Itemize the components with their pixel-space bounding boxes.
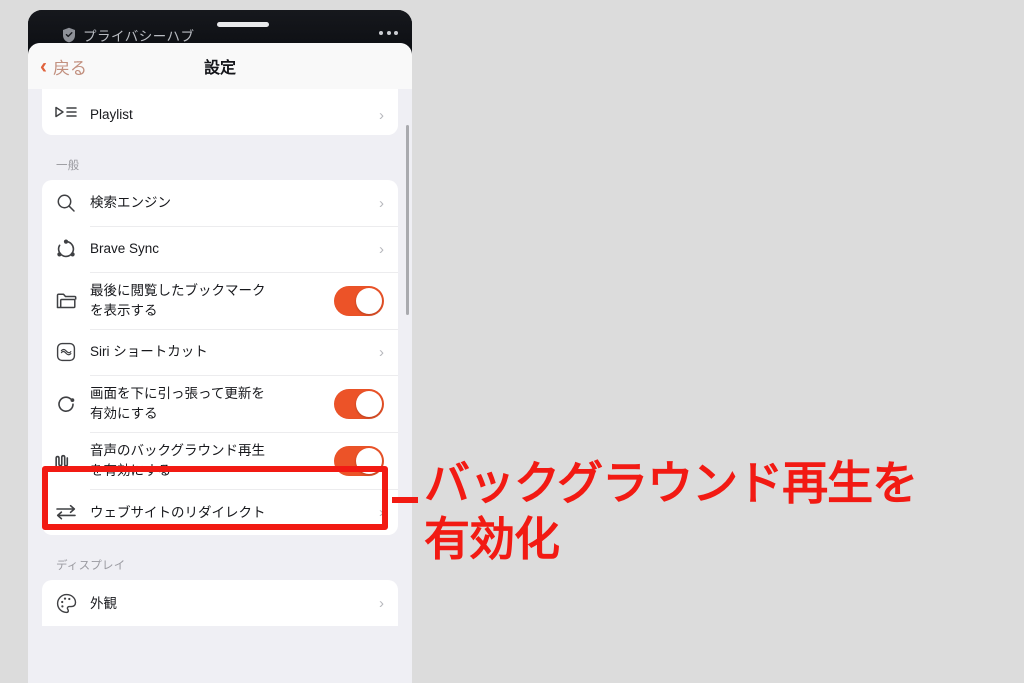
annotation-connector-line	[392, 497, 418, 503]
label-line-1: 外観	[90, 595, 117, 611]
annotation-text: バックグラウンド再生を 有効化	[424, 457, 918, 566]
toggle-show-last-bookmark[interactable]	[334, 285, 384, 316]
redirect-icon	[42, 503, 90, 521]
refresh-icon	[42, 394, 90, 414]
label-line-2: を有効にする	[90, 462, 172, 478]
label-line-1: Playlist	[90, 107, 133, 123]
toggle-knob	[356, 447, 382, 474]
more-dots-icon[interactable]	[379, 31, 398, 35]
shield-icon	[62, 27, 76, 43]
audio-waveform-icon	[42, 452, 90, 470]
list-item-background-audio[interactable]: 音声のバックグラウンド再生 を有効にする	[42, 432, 398, 489]
list-item-show-last-bookmark[interactable]: 最後に閲覧したブックマーク を表示する	[42, 272, 398, 329]
list-item-label: 最後に閲覧したブックマーク を表示する	[90, 272, 334, 329]
chevron-left-icon: ‹	[40, 54, 47, 78]
settings-scroll-area[interactable]: Playlist › 一般 検索エンジン › Brave Sync › 最後に閲…	[28, 89, 412, 683]
settings-group-display: 外観 ›	[42, 580, 398, 627]
list-item-label: 音声のバックグラウンド再生 を有効にする	[90, 432, 334, 489]
back-button[interactable]: ‹ 戻る	[40, 54, 87, 79]
label-line-1: 音声のバックグラウンド再生	[90, 443, 265, 459]
chevron-right-icon: ›	[379, 107, 384, 124]
settings-group-playlist: Playlist ›	[42, 89, 398, 135]
chevron-right-icon: ›	[379, 194, 384, 212]
chevron-right-icon: ›	[379, 503, 384, 521]
appearance-palette-icon	[42, 593, 90, 614]
list-item-label: Playlist	[90, 96, 371, 135]
list-item-appearance[interactable]: 外観 ›	[42, 580, 398, 626]
list-item-label: 画面を下に引っ張って更新を 有効にする	[90, 375, 334, 432]
label-line-1: ウェブサイトのリダイレクト	[90, 504, 266, 520]
list-item-label: Brave Sync	[90, 230, 371, 268]
section-header-display: ディスプレイ	[56, 560, 126, 573]
playlist-icon	[42, 106, 90, 135]
toggle-background-audio[interactable]	[334, 445, 384, 476]
list-item-label: 外観	[90, 585, 371, 623]
label-line-1: 検索エンジン	[90, 195, 171, 211]
toggle-pull-to-refresh[interactable]	[334, 388, 384, 419]
section-header-general: 一般	[56, 160, 80, 172]
chevron-right-icon: ›	[379, 594, 384, 612]
settings-group-general: 検索エンジン › Brave Sync › 最後に閲覧したブックマーク を表示す…	[42, 180, 398, 536]
label-line-1: 画面を下に引っ張って更新を	[90, 386, 265, 402]
phone-frame: プライバシーハブ ‹ 戻る 設定 Playlist › 一般 検索エンジン › …	[28, 10, 412, 683]
privacy-hub-label: プライバシーハブ	[83, 29, 195, 44]
toggle-knob	[356, 390, 382, 417]
list-item-website-redirect[interactable]: ウェブサイトのリダイレクト ›	[42, 489, 398, 535]
list-item-label: Siri ショートカット	[90, 333, 371, 371]
list-item-brave-sync[interactable]: Brave Sync ›	[42, 226, 398, 272]
chevron-right-icon: ›	[379, 343, 384, 361]
chevron-right-icon: ›	[379, 240, 384, 258]
siri-shortcut-icon	[42, 342, 90, 362]
sync-icon	[42, 239, 90, 259]
label-line-1: 最後に閲覧したブックマーク	[90, 283, 266, 298]
search-icon	[42, 193, 90, 213]
folder-icon	[42, 292, 90, 310]
label-line-2: 有効にする	[90, 405, 158, 421]
label-line-1: Brave Sync	[90, 241, 160, 257]
list-item-label: 検索エンジン	[90, 184, 371, 222]
list-item-label: ウェブサイトのリダイレクト	[90, 494, 371, 532]
vertical-scrollbar[interactable]	[406, 125, 409, 315]
screenshot-root: プライバシーハブ ‹ 戻る 設定 Playlist › 一般 検索エンジン › …	[0, 0, 1024, 683]
tab-grabber[interactable]	[217, 22, 269, 27]
label-line-2: を表示する	[90, 302, 158, 318]
list-item[interactable]: Playlist ›	[42, 89, 398, 135]
list-item-search-engine[interactable]: 検索エンジン ›	[42, 180, 398, 226]
list-item-siri-shortcut[interactable]: Siri ショートカット ›	[42, 329, 398, 375]
settings-sheet: ‹ 戻る 設定 Playlist › 一般 検索エンジン › Brave Syn…	[28, 43, 412, 683]
label-line-1: Siri ショートカット	[90, 344, 208, 360]
list-item-pull-to-refresh[interactable]: 画面を下に引っ張って更新を 有効にする	[42, 375, 398, 432]
back-button-label: 戻る	[53, 58, 87, 78]
toggle-knob	[356, 287, 382, 314]
navigation-bar: ‹ 戻る 設定	[28, 43, 412, 89]
